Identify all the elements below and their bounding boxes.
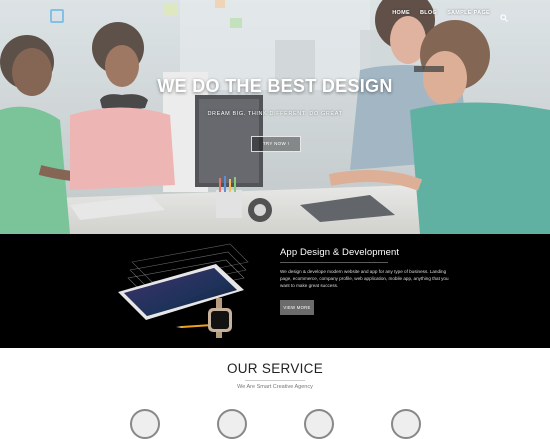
site-logo[interactable]	[50, 9, 67, 23]
service-subtitle: We Are Smart Creative Agency	[237, 384, 313, 390]
app-section-description: We design & develope modern website and …	[280, 269, 449, 288]
service-icon-2[interactable]	[217, 409, 247, 439]
title-divider	[280, 262, 388, 263]
service-section: OUR SERVICE We Are Smart Creative Agency	[0, 348, 550, 439]
service-icon-3[interactable]	[304, 409, 334, 439]
nav-home[interactable]: HOME	[392, 10, 410, 16]
phone-watch-image	[118, 243, 249, 338]
search-icon[interactable]	[500, 9, 508, 22]
main-nav: HOME BLOG SAMPLE PAGE	[392, 9, 508, 22]
hero-overlay	[0, 0, 550, 234]
hero-subtitle: DREAM BIG. THINK DIFFERENT. DO GREAT	[207, 111, 343, 117]
nav-blog[interactable]: BLOG	[420, 10, 437, 16]
app-design-section: App Design & Development We design & dev…	[0, 234, 550, 348]
service-title: OUR SERVICE	[226, 361, 324, 376]
hero-title: WE DO THE BEST DESIGN	[157, 76, 393, 96]
logo-icon	[50, 9, 64, 23]
try-now-button[interactable]: TRY NOW !	[251, 136, 301, 152]
app-section-title: App Design & Development	[280, 247, 400, 258]
hero-section: HOME BLOG SAMPLE PAGE WE DO THE BEST DES…	[0, 0, 550, 234]
service-icon-1[interactable]	[130, 409, 160, 439]
nav-sample-page[interactable]: SAMPLE PAGE	[447, 10, 490, 16]
view-more-button[interactable]: VIEW MORE	[280, 300, 314, 315]
service-icon-4[interactable]	[391, 409, 421, 439]
service-divider	[245, 380, 305, 381]
